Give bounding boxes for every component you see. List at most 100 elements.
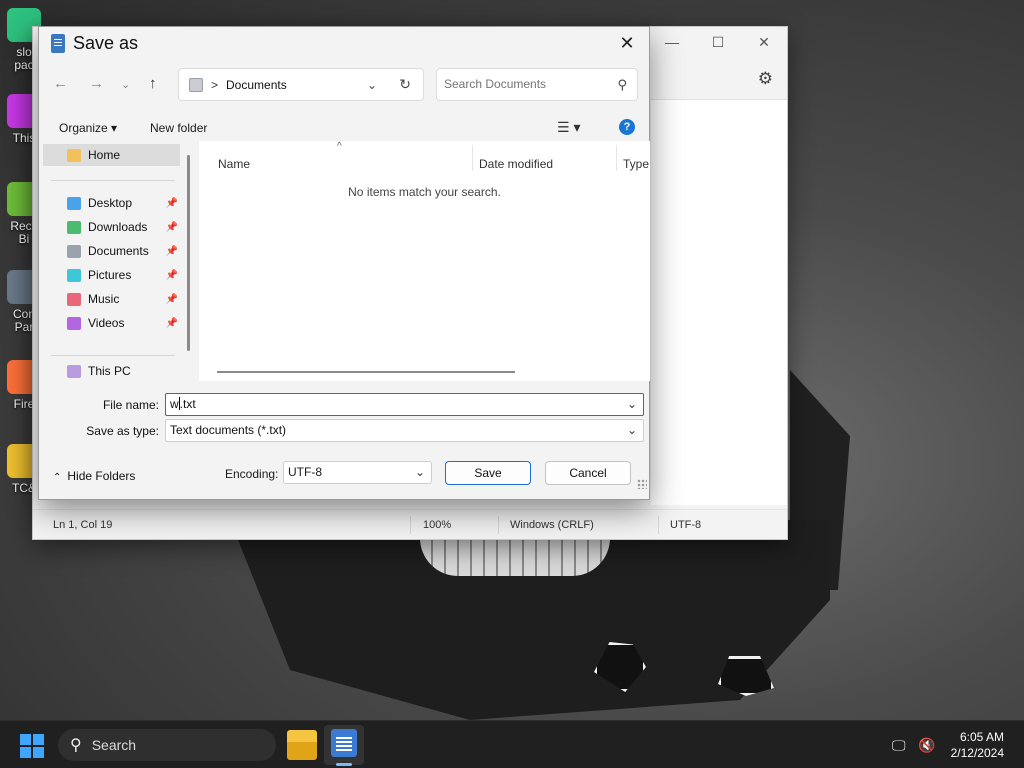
encoding-chevron-icon[interactable]: ⌄ [415,462,425,483]
dialog-title: Save as [73,33,139,53]
pin-icon: 📌 [165,245,178,257]
home-folder-icon [67,148,81,162]
nav-item-music[interactable]: Music 📌 [43,288,180,310]
nav-item-pictures[interactable]: Pictures 📌 [43,264,180,286]
save-button[interactable]: Save [445,461,531,485]
cancel-button[interactable]: Cancel [545,461,631,485]
column-divider[interactable] [616,145,617,171]
text-editor-area[interactable] [651,100,787,505]
search-box[interactable]: ⚲ [436,68,638,101]
column-header-type[interactable]: Type [623,157,649,171]
wallpaper-skull-teeth [420,538,610,576]
pin-icon: 📌 [165,317,178,329]
breadcrumb-separator: > [211,77,219,92]
maximize-button[interactable]: ☐ [695,27,741,57]
forward-arrow-icon[interactable]: → [89,75,104,92]
command-bar: Organize ▾ New folder ☰ ▾ ? [39,113,649,141]
up-arrow-icon[interactable]: ↑ [149,75,157,92]
minimize-button[interactable]: — [649,27,695,57]
save-as-type-chevron-icon[interactable]: ⌄ [627,420,637,441]
line-endings[interactable]: Windows (CRLF) [510,519,594,531]
save-as-type-value: Text documents (*.txt) [170,423,287,437]
taskbar: ⚲ Search 🖵 🔇 6:05 AM 2/12/2024 [0,720,1024,768]
horizontal-scrollbar[interactable] [217,371,515,373]
encoding-select[interactable]: UTF-8 ⌄ [283,461,432,484]
nav-item-label: Downloads [88,220,148,234]
cursor-position: Ln 1, Col 19 [53,519,113,531]
file-name-extension: .txt [179,397,196,411]
empty-folder-message: No items match your search. [348,185,501,199]
volume-muted-icon[interactable]: 🔇 [918,737,935,754]
column-header-name[interactable]: Name [218,157,250,171]
nav-item-label: This PC [88,364,131,378]
windows-logo-icon [20,734,31,745]
close-button[interactable]: ✕ [741,27,787,57]
file-list[interactable]: ^ Name Date modified Type No items match… [199,141,650,381]
system-clock[interactable]: 6:05 AM 2/12/2024 [951,729,1004,761]
resize-grip-icon[interactable] [637,479,647,489]
nav-item-label: Pictures [88,268,132,282]
videos-folder-icon [67,316,81,330]
notepad-window-controls: — ☐ ✕ [649,27,787,57]
save-as-dialog: Save as ✕ ← → ⌄ ↑ > Documents ⌄ ↻ ⚲ Orga… [38,26,650,500]
notepad-taskbar-icon[interactable] [331,729,357,757]
zoom-level[interactable]: 100% [423,519,451,531]
nav-item-documents[interactable]: Documents 📌 [43,240,180,262]
nav-item-videos[interactable]: Videos 📌 [43,312,180,334]
navigation-bar: ← → ⌄ ↑ > Documents ⌄ ↻ ⚲ [39,67,649,103]
nav-pane-scrollbar[interactable] [187,155,190,351]
refresh-icon[interactable]: ↻ [399,76,411,93]
help-icon[interactable]: ? [619,119,635,135]
search-input[interactable] [444,69,604,99]
nav-item-label: Home [88,148,121,162]
status-divider [410,516,411,534]
file-explorer-icon[interactable] [287,730,317,760]
pictures-folder-icon [67,268,81,282]
encoding-value: UTF-8 [288,465,322,479]
nav-item-home[interactable]: Home [43,144,180,166]
start-button[interactable] [20,734,44,758]
nav-item-label: Desktop [88,196,133,210]
file-name-input[interactable]: w.txt ⌄ [165,393,644,416]
encoding-label: Encoding: [225,467,279,481]
nav-item-label: Videos [88,316,125,330]
settings-gear-icon[interactable]: ⚙ [758,69,773,89]
network-icon[interactable]: 🖵 [892,737,906,754]
nav-divider [51,180,175,181]
taskbar-search-label: Search [91,737,137,753]
view-options-icon[interactable]: ☰ ▾ [557,119,580,136]
computer-icon [67,364,81,378]
back-arrow-icon[interactable]: ← [53,75,68,92]
music-folder-icon [67,292,81,306]
address-bar[interactable]: > Documents ⌄ ↻ [178,68,424,101]
breadcrumb-documents[interactable]: Documents [226,78,287,92]
recent-locations-chevron-icon[interactable]: ⌄ [121,78,130,91]
pin-icon: 📌 [165,269,178,281]
column-header-date-modified[interactable]: Date modified [479,157,553,171]
nav-item-downloads[interactable]: Downloads 📌 [43,216,180,238]
file-encoding[interactable]: UTF-8 [670,519,701,531]
nav-item-desktop[interactable]: Desktop 📌 [43,192,180,214]
notepad-icon [51,34,65,53]
new-folder-button[interactable]: New folder [150,121,207,135]
status-bar: Ln 1, Col 19 100% Windows (CRLF) UTF-8 [33,509,787,539]
search-icon[interactable]: ⚲ [617,77,627,93]
nav-item-this-pc[interactable]: This PC [43,360,180,381]
column-divider[interactable] [472,145,473,171]
nav-item-label: Music [88,292,120,306]
sort-ascending-icon: ^ [337,141,342,152]
save-as-type-select[interactable]: Text documents (*.txt) ⌄ [165,419,644,442]
organize-button[interactable]: Organize ▾ [59,121,117,135]
folder-icon [189,77,203,92]
file-name-dropdown-chevron-icon[interactable]: ⌄ [627,394,637,415]
hide-folders-button[interactable]: ⌃ Hide Folders [53,469,135,483]
address-dropdown-chevron-icon[interactable]: ⌄ [367,78,377,92]
dialog-close-button[interactable]: ✕ [611,31,643,55]
pin-icon: 📌 [165,293,178,305]
downloads-folder-icon [67,220,81,234]
taskbar-search[interactable]: ⚲ Search [58,729,276,761]
file-name-text: w [170,397,179,411]
nav-item-label: Documents [88,244,149,258]
nav-divider [51,355,175,356]
clock-time: 6:05 AM [959,730,1004,744]
